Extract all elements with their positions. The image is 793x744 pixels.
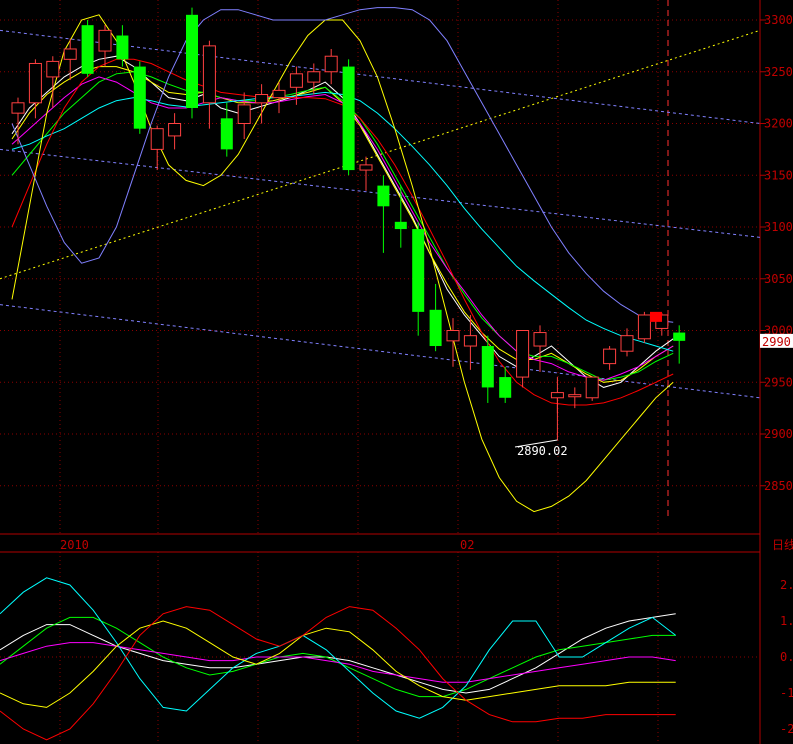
candle-body bbox=[637, 314, 651, 340]
candle-body bbox=[272, 89, 286, 99]
candle-body bbox=[377, 185, 390, 207]
x-axis-label: 02 bbox=[460, 538, 474, 552]
y-tick-label: 3100 bbox=[764, 220, 793, 234]
candle-body bbox=[98, 29, 112, 52]
candle-body bbox=[289, 73, 303, 88]
osc-tick-label: -1. bbox=[780, 686, 793, 700]
candle-body bbox=[585, 376, 599, 399]
candle-body bbox=[429, 309, 442, 347]
current-price-label: 2990 bbox=[762, 335, 791, 349]
candle-body bbox=[186, 14, 198, 108]
candle-body bbox=[359, 164, 373, 171]
period-label: 日线 bbox=[772, 538, 793, 552]
y-tick-label: 3050 bbox=[764, 272, 793, 286]
candle-body bbox=[46, 60, 60, 78]
osc-line-3 bbox=[0, 577, 677, 719]
y-tick-label: 2950 bbox=[764, 375, 793, 389]
candle-body bbox=[63, 48, 77, 60]
channel-upper bbox=[0, 29, 761, 124]
candle-body bbox=[516, 330, 530, 378]
y-tick-label: 2900 bbox=[764, 427, 793, 441]
candle-body bbox=[133, 66, 146, 129]
stock-chart: 2890.02 33003250320031503100305030002950… bbox=[0, 0, 793, 744]
candle-body bbox=[255, 94, 269, 104]
y-tick-label: 3150 bbox=[764, 168, 793, 182]
osc-line-0 bbox=[0, 613, 676, 694]
osc-tick-label: -2. bbox=[780, 722, 793, 736]
grid-lines bbox=[0, 0, 761, 744]
osc-tick-label: 1. bbox=[780, 614, 793, 628]
osc-tick-label: 0. bbox=[780, 650, 793, 664]
candle-body bbox=[342, 66, 355, 171]
osc-tick-label: 2. bbox=[780, 578, 793, 592]
candle-body bbox=[168, 123, 182, 137]
axes: 3300325032003150310030503000295029002850… bbox=[60, 13, 793, 552]
candle-body bbox=[116, 35, 129, 60]
candle-body bbox=[324, 55, 338, 73]
candle-body bbox=[28, 62, 42, 104]
y-tick-label: 3200 bbox=[764, 117, 793, 131]
candle-body bbox=[446, 330, 460, 342]
candle-body bbox=[499, 377, 512, 398]
x-axis-label: 2010 bbox=[60, 538, 89, 552]
candle-body bbox=[237, 104, 251, 125]
y-tick-label: 3250 bbox=[764, 65, 793, 79]
candle-body bbox=[568, 394, 582, 398]
candle-body bbox=[550, 392, 564, 399]
candle-body bbox=[150, 128, 164, 150]
candle-body bbox=[307, 71, 321, 83]
candle-body bbox=[11, 102, 25, 114]
candle-body bbox=[603, 348, 617, 365]
candle-body bbox=[673, 332, 686, 341]
min-price-label: 2890.02 bbox=[517, 444, 568, 458]
y-tick-label: 2850 bbox=[764, 479, 793, 493]
candle-body bbox=[81, 25, 94, 74]
candle-body bbox=[412, 229, 425, 312]
candle-body bbox=[481, 346, 494, 388]
candle-body bbox=[202, 45, 216, 104]
osc-line-5 bbox=[0, 606, 676, 741]
osc-line-4 bbox=[0, 620, 676, 708]
y-tick-label: 3300 bbox=[764, 13, 793, 27]
candle-body bbox=[220, 118, 233, 150]
current-marker bbox=[650, 311, 662, 322]
candle-body bbox=[620, 335, 634, 352]
oscillator-panel: 2. 1. 0. -1. -2. bbox=[0, 577, 793, 741]
candles bbox=[11, 7, 686, 414]
candle-body bbox=[394, 221, 407, 230]
candle-body bbox=[533, 332, 547, 347]
candle-body bbox=[463, 335, 477, 347]
